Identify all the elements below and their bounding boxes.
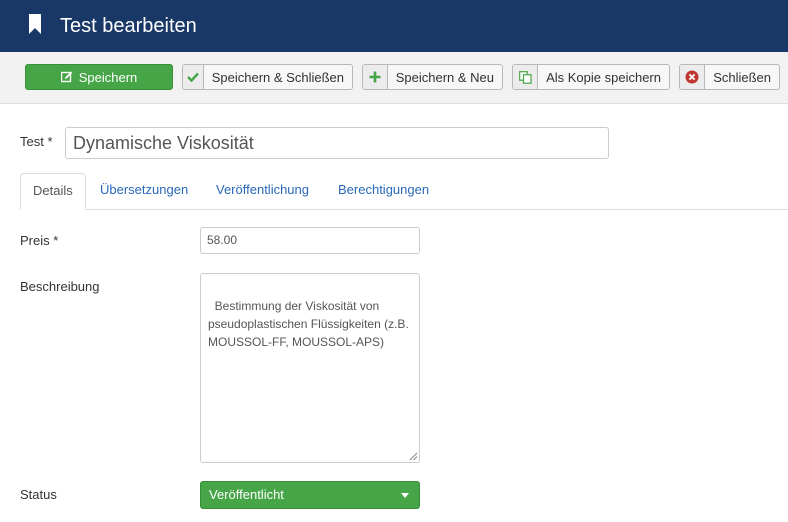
description-text: Bestimmung der Viskosität von pseudoplas… [208,299,413,349]
tab-bar: Details Übersetzungen Veröffentlichung B… [20,173,788,210]
status-select[interactable]: Veröffentlicht [200,481,420,509]
bookmark-icon [29,14,41,34]
checkmark-icon [183,65,204,89]
price-input[interactable]: 58.00 [200,227,420,254]
resize-handle-icon[interactable] [409,452,418,461]
save-close-label: Speichern & Schließen [211,69,344,85]
save-new-button[interactable]: Speichern & Neu [362,64,503,90]
save-copy-label: Als Kopie speichern [546,69,661,85]
edit-icon [60,71,72,83]
cancel-icon [680,65,706,89]
description-label: Beschreibung [20,279,100,294]
close-button[interactable]: Schließen [679,64,780,90]
save-button[interactable]: Speichern [25,64,173,90]
tab-publishing[interactable]: Veröffentlichung [204,173,321,209]
page-header: Test bearbeiten [0,0,788,52]
description-textarea[interactable]: Bestimmung der Viskosität von pseudoplas… [200,273,420,463]
status-label: Status [20,487,57,502]
title-label: Test * [20,134,53,149]
copy-icon [513,65,539,89]
toolbar: Speichern Speichern & Schließen Speicher… [0,52,788,104]
tab-details[interactable]: Details [20,173,86,210]
chevron-down-icon [401,493,409,498]
tab-translations[interactable]: Übersetzungen [88,173,200,209]
close-label: Schließen [713,69,771,85]
save-close-button[interactable]: Speichern & Schließen [182,64,353,90]
status-value: Veröffentlicht [209,487,284,502]
save-new-label: Speichern & Neu [395,69,494,85]
save-copy-button[interactable]: Als Kopie speichern [512,64,670,90]
plus-icon [363,65,388,89]
page-title: Test bearbeiten [60,15,197,37]
price-label: Preis * [20,233,59,248]
save-button-label: Speichern [78,69,138,85]
tab-permissions[interactable]: Berechtigungen [326,173,441,209]
title-input[interactable]: Dynamische Viskosität [65,127,609,159]
